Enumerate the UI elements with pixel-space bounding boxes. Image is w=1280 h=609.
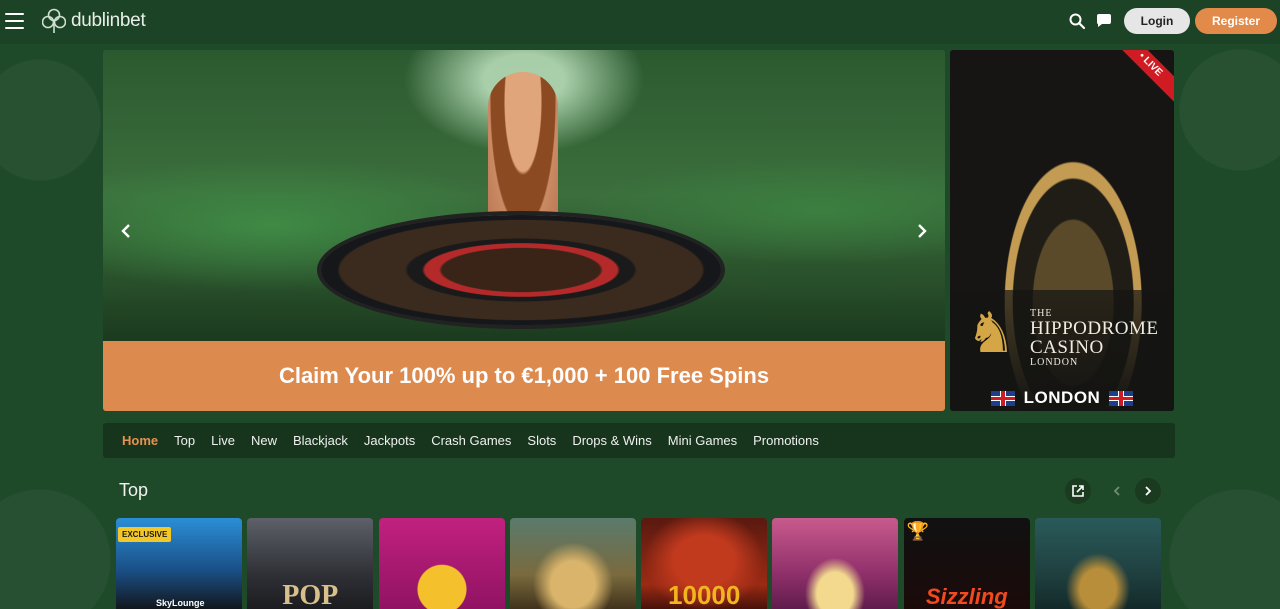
nav-item-jackpots[interactable]: Jackpots (364, 433, 415, 448)
trophy-icon: 🏆 (906, 521, 930, 541)
hamburger-menu-icon[interactable] (5, 13, 24, 29)
brand-city: LONDON (1030, 357, 1079, 368)
logo-text: dublinbet (71, 10, 146, 31)
game-title-text: POP (282, 580, 339, 609)
game-tile-zeus[interactable] (509, 518, 636, 609)
category-nav: Home Top Live New Blackjack Jackpots Cra… (103, 423, 1175, 458)
promo-banner[interactable]: Claim Your 100% up to €1,000 + 100 Free … (103, 341, 945, 411)
brand-line-2: CASINO (1030, 337, 1104, 358)
open-section-button[interactable] (1065, 478, 1091, 504)
nav-item-promotions[interactable]: Promotions (753, 433, 819, 448)
login-button[interactable]: Login (1124, 8, 1190, 34)
game-tile-piggy-bank[interactable] (378, 518, 505, 609)
search-icon[interactable] (1068, 12, 1086, 30)
nav-item-mini-games[interactable]: Mini Games (668, 433, 737, 448)
exclusive-badge: EXCLUSIVE (118, 527, 172, 542)
nav-item-new[interactable]: New (251, 433, 277, 448)
game-tile-pop[interactable]: POP (247, 518, 374, 609)
chevron-left-icon (121, 224, 130, 238)
location-bar: LONDON (950, 387, 1174, 409)
uk-flag-icon (990, 390, 1015, 406)
hero-image (103, 50, 945, 341)
game-tile-sky-lounge[interactable]: EXCLUSIVE SkyLounge (116, 518, 242, 609)
chevron-right-icon (918, 224, 927, 238)
register-button[interactable]: Register (1195, 8, 1277, 34)
nav-item-home[interactable]: Home (122, 433, 158, 448)
game-tile-pharaoh[interactable] (1035, 518, 1162, 609)
section-title: Top (119, 480, 149, 500)
live-badge: • LIVE (1111, 50, 1174, 104)
site-header: dublinbet Login Register (0, 0, 1280, 44)
external-link-icon (1072, 485, 1084, 497)
games-row: EXCLUSIVE SkyLounge POP 10000 🏆 Sizzling (116, 518, 1166, 609)
nav-item-slots[interactable]: Slots (527, 433, 556, 448)
site-logo[interactable]: dublinbet (42, 8, 146, 34)
hero-woman-figure (488, 72, 558, 237)
roulette-wheel (321, 215, 721, 325)
location-label: LONDON (1023, 388, 1101, 407)
brand-line-1: HIPPODROME (1030, 318, 1159, 339)
game-caption: SkyLounge (156, 598, 205, 608)
carousel-next-button[interactable] (909, 218, 935, 244)
clover-logo-icon (42, 8, 66, 33)
games-next-button[interactable] (1135, 478, 1161, 504)
hero-carousel[interactable]: Claim Your 100% up to €1,000 + 100 Free … (103, 50, 945, 411)
nav-item-crash-games[interactable]: Crash Games (431, 433, 511, 448)
promo-banner-text: Claim Your 100% up to €1,000 + 100 Free … (278, 363, 770, 388)
game-title-text: 10000 (668, 580, 741, 609)
nav-item-top[interactable]: Top (174, 433, 195, 448)
carousel-prev-button[interactable] (113, 218, 139, 244)
nav-item-blackjack[interactable]: Blackjack (293, 433, 348, 448)
chevron-right-icon (1145, 486, 1152, 496)
chevron-left-icon (1113, 486, 1120, 496)
games-prev-button[interactable] (1104, 478, 1130, 504)
game-tile-lady-slot[interactable] (772, 518, 899, 609)
hippodrome-brand: THE HIPPODROME CASINO LONDON (1030, 308, 1174, 368)
uk-flag-icon (1109, 390, 1134, 406)
chariot-logo-icon: ♞ (965, 301, 1017, 364)
nav-item-drops-wins[interactable]: Drops & Wins (572, 433, 651, 448)
live-casino-tile[interactable]: • LIVE ♞ THE HIPPODROME CASINO LONDON LO… (950, 50, 1174, 411)
game-tile-10000[interactable]: 10000 (641, 518, 768, 609)
nav-item-live[interactable]: Live (211, 433, 235, 448)
game-tile-sizzling-hot[interactable]: 🏆 Sizzling (903, 518, 1030, 609)
chat-bubble-icon[interactable] (1095, 12, 1113, 30)
game-title-text: Sizzling (925, 584, 1008, 609)
